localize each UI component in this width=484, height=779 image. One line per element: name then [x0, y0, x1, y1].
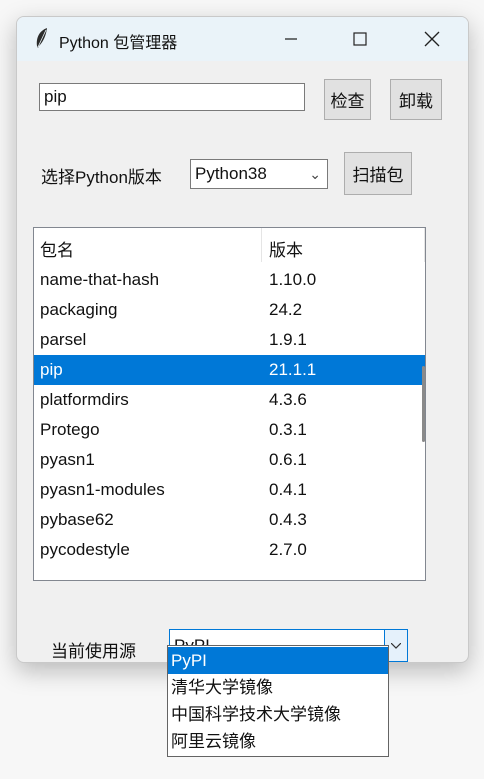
table-row[interactable]: packaging 24.2 [34, 295, 425, 325]
scan-packages-button[interactable]: 扫描包 [344, 152, 412, 195]
close-icon [424, 31, 440, 47]
minimize-button[interactable] [268, 17, 314, 61]
python-version-label: 选择Python版本 [41, 168, 162, 187]
package-name: pyasn1 [40, 450, 95, 469]
python-version-select[interactable]: Python38 ⌄ [190, 159, 328, 189]
table-row[interactable]: pycodestyle 2.7.0 [34, 535, 425, 565]
package-version: 0.6.1 [269, 450, 307, 469]
table-row[interactable]: pip 21.1.1 [34, 355, 425, 385]
package-name: pyasn1-modules [40, 480, 165, 499]
source-option[interactable]: PyPI [168, 647, 388, 674]
check-button[interactable]: 检查 [324, 79, 371, 120]
python-version-value: Python38 [195, 164, 267, 183]
window-title: Python 包管理器 [59, 35, 178, 52]
table-row[interactable]: parsel 1.9.1 [34, 325, 425, 355]
package-name: pip [40, 360, 63, 379]
column-header-version[interactable]: 版本 [269, 236, 303, 261]
package-version: 4.3.6 [269, 390, 307, 409]
maximize-icon [353, 32, 367, 46]
package-name: packaging [40, 300, 118, 319]
package-name: name-that-hash [40, 270, 160, 289]
table-row[interactable]: name-that-hash 1.10.0 [34, 265, 425, 295]
table-row[interactable]: platformdirs 4.3.6 [34, 385, 425, 415]
column-divider[interactable] [261, 228, 262, 262]
package-version: 1.9.1 [269, 330, 307, 349]
table-row[interactable]: Protego 0.3.1 [34, 415, 425, 445]
app-window: Python 包管理器 pip 检查 卸载 选择Python版本 Python3… [16, 16, 469, 663]
maximize-button[interactable] [337, 17, 383, 61]
package-version: 1.10.0 [269, 270, 317, 289]
source-dropdown-list[interactable]: PyPI 清华大学镜像 中国科学技术大学镜像 阿里云镜像 [167, 645, 389, 757]
table-row[interactable]: pyasn1-modules 0.4.1 [34, 475, 425, 505]
package-name: pybase62 [40, 510, 114, 529]
package-table[interactable]: 包名 版本 name-that-hash 1.10.0 packaging 24.2 p… [33, 227, 426, 581]
chevron-down-icon: ⌄ [309, 166, 321, 182]
package-name: parsel [40, 330, 87, 349]
package-search-input[interactable]: pip [39, 83, 305, 111]
package-version: 2.7.0 [269, 540, 307, 559]
package-version: 21.1.1 [269, 360, 317, 379]
package-version: 0.4.1 [269, 480, 307, 499]
source-label: 当前使用源 [51, 642, 136, 661]
package-name: platformdirs [40, 390, 129, 409]
uninstall-button[interactable]: 卸载 [390, 79, 442, 120]
feather-icon [36, 28, 47, 48]
source-option[interactable]: 阿里云镜像 [168, 728, 388, 755]
table-row[interactable]: pyasn1 0.6.1 [34, 445, 425, 475]
package-version: 0.3.1 [269, 420, 307, 439]
minimize-icon [285, 38, 297, 40]
package-version: 0.4.3 [269, 510, 307, 529]
source-option[interactable]: 中国科学技术大学镜像 [168, 701, 388, 728]
table-row[interactable]: pybase62 0.4.3 [34, 505, 425, 535]
title-bar[interactable]: Python 包管理器 [17, 17, 468, 61]
package-name: pycodestyle [40, 540, 130, 559]
source-option[interactable]: 清华大学镜像 [168, 674, 388, 701]
close-button[interactable] [409, 17, 455, 61]
column-header-name[interactable]: 包名 [40, 236, 74, 261]
scrollbar-thumb[interactable] [422, 366, 425, 442]
chevron-down-icon [391, 642, 401, 649]
table-header: 包名 版本 [34, 228, 425, 262]
package-name: Protego [40, 420, 100, 439]
column-divider [424, 228, 425, 262]
package-version: 24.2 [269, 300, 303, 319]
